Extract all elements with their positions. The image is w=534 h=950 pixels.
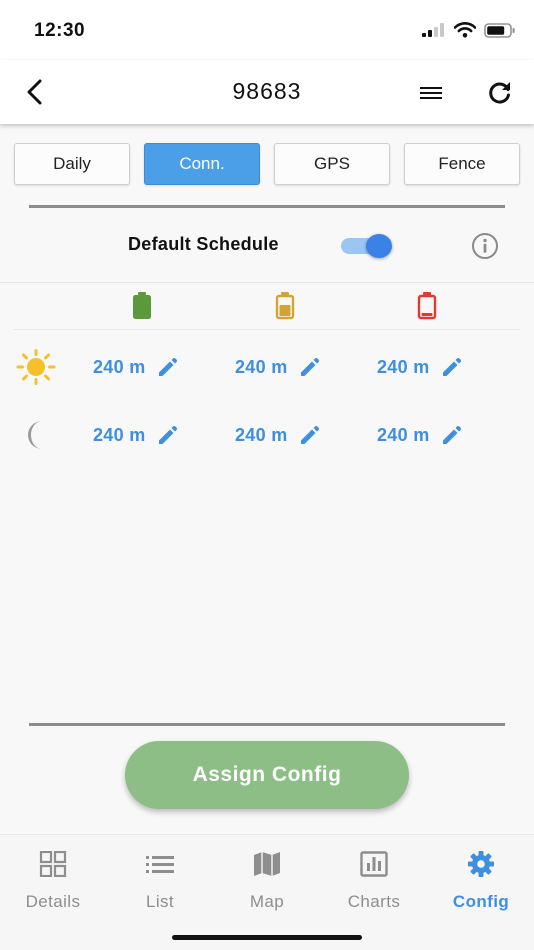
- day-value-half: 240 m: [235, 356, 288, 377]
- pencil-icon[interactable]: [298, 355, 322, 379]
- nav-list[interactable]: List: [107, 835, 213, 921]
- nav-config[interactable]: Config: [428, 835, 534, 921]
- day-row: 240 m 240 m 240 m: [0, 347, 534, 387]
- status-bar: 12:30: [0, 0, 534, 60]
- status-time: 12:30: [34, 20, 86, 41]
- night-value-half: 240 m: [235, 424, 288, 445]
- night-value-full: 240 m: [93, 424, 146, 445]
- default-schedule-toggle[interactable]: [341, 233, 393, 259]
- battery-separator: [14, 329, 520, 330]
- night-cell-low[interactable]: 240 m: [377, 415, 464, 455]
- nav-label-map: Map: [249, 892, 285, 911]
- tab-gps[interactable]: GPS: [274, 143, 390, 185]
- hamburger-menu-icon: [420, 87, 442, 99]
- schedule-separator: [0, 282, 534, 283]
- pencil-icon[interactable]: [298, 423, 322, 447]
- pencil-icon[interactable]: [156, 423, 180, 447]
- battery-status-icon: [484, 22, 515, 38]
- map-icon: [252, 850, 282, 878]
- night-cell-full[interactable]: 240 m: [93, 415, 180, 455]
- tab-fence[interactable]: Fence: [404, 143, 520, 185]
- pencil-icon[interactable]: [440, 423, 464, 447]
- tab-daily[interactable]: Daily: [14, 143, 130, 185]
- nav-label-list: List: [145, 892, 175, 911]
- pencil-icon[interactable]: [440, 355, 464, 379]
- list-icon: [145, 850, 175, 878]
- day-cell-low[interactable]: 240 m: [377, 347, 464, 387]
- toggle-thumb: [366, 234, 392, 258]
- sun-icon: [16, 349, 56, 385]
- gear-icon: [466, 850, 496, 878]
- config-tabs: Daily Conn. GPS Fence: [14, 143, 520, 185]
- cellular-signal-icon: [422, 23, 444, 37]
- app-header: 98683: [0, 60, 534, 124]
- nav-details[interactable]: Details: [0, 835, 106, 921]
- night-cell-half[interactable]: 240 m: [235, 415, 322, 455]
- chart-icon: [359, 850, 389, 878]
- nav-label-charts: Charts: [347, 892, 401, 911]
- wifi-icon: [454, 22, 476, 38]
- nav-label-details: Details: [25, 892, 81, 911]
- bottom-divider: [29, 723, 505, 726]
- night-value-low: 240 m: [377, 424, 430, 445]
- battery-half-icon: [275, 292, 295, 320]
- grid-icon: [38, 850, 68, 878]
- top-divider: [29, 205, 505, 208]
- nav-label-config: Config: [452, 892, 510, 911]
- assign-config-button[interactable]: Assign Config: [125, 741, 409, 809]
- battery-low-icon: [417, 292, 437, 320]
- bottom-nav: Details List Map Charts Config: [0, 834, 534, 950]
- battery-full-icon: [133, 292, 151, 319]
- nav-map[interactable]: Map: [214, 835, 320, 921]
- day-cell-full[interactable]: 240 m: [93, 347, 180, 387]
- pencil-icon[interactable]: [156, 355, 180, 379]
- moon-icon: [28, 421, 42, 449]
- nav-charts[interactable]: Charts: [321, 835, 427, 921]
- refresh-button[interactable]: [484, 76, 516, 108]
- menu-button[interactable]: [416, 78, 446, 108]
- tab-conn[interactable]: Conn.: [144, 143, 260, 185]
- info-icon: [472, 233, 498, 259]
- home-indicator[interactable]: [172, 935, 362, 940]
- info-button[interactable]: [470, 231, 500, 261]
- status-icons: [422, 22, 516, 38]
- day-value-low: 240 m: [377, 356, 430, 377]
- refresh-icon: [489, 82, 510, 104]
- page-title: 98683: [232, 78, 302, 104]
- day-cell-half[interactable]: 240 m: [235, 347, 322, 387]
- schedule-label: Default Schedule: [128, 234, 279, 254]
- night-row: 240 m 240 m 240 m: [0, 415, 534, 455]
- day-value-full: 240 m: [93, 356, 146, 377]
- default-schedule-row: Default Schedule: [0, 226, 534, 266]
